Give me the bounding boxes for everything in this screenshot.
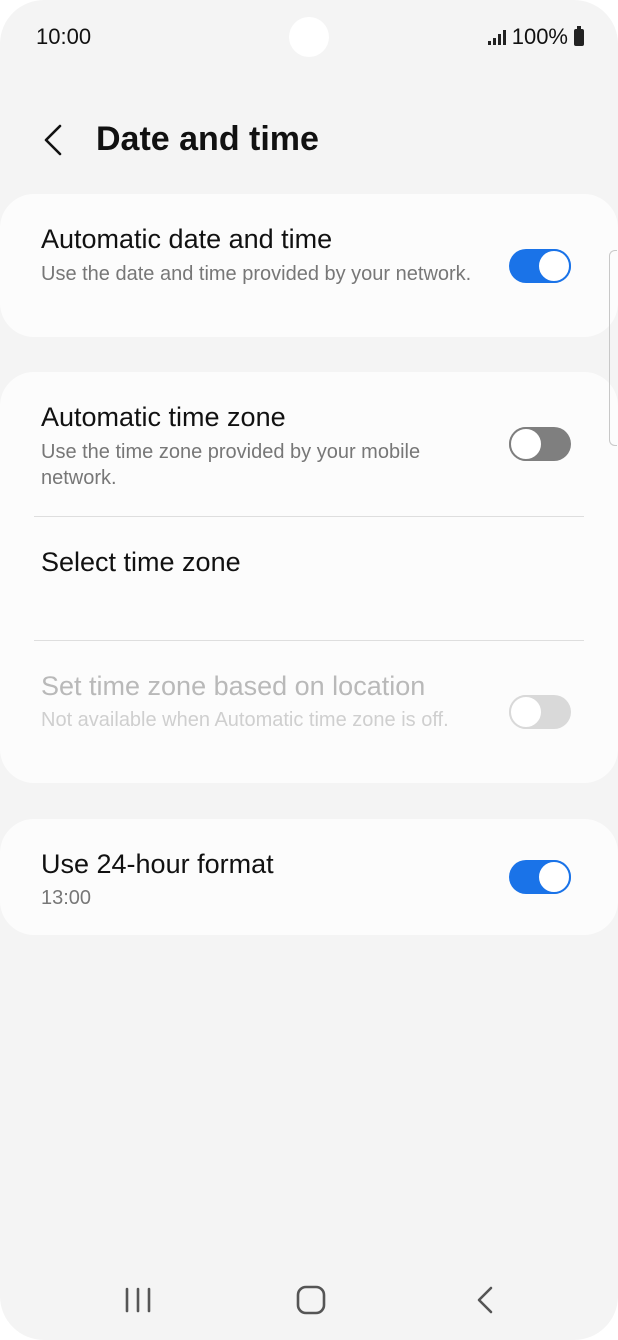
automatic-time-zone-toggle[interactable] bbox=[509, 427, 571, 461]
battery-percent: 100% bbox=[511, 24, 568, 49]
phone-screen: 10:00 100% Date and time Automatic date … bbox=[0, 0, 618, 1340]
setting-title: Automatic date and time bbox=[41, 224, 333, 254]
status-time: 10:00 bbox=[36, 24, 92, 49]
use-24-hour-toggle[interactable] bbox=[509, 860, 571, 894]
setting-title: Set time zone based on location bbox=[41, 671, 426, 701]
setting-subtitle: Not available when Automatic time zone i… bbox=[41, 709, 449, 731]
setting-title: Select time zone bbox=[41, 547, 241, 577]
app-header: Date and time bbox=[0, 100, 618, 180]
home-button[interactable] bbox=[289, 1280, 333, 1320]
status-bar: 10:00 100% bbox=[0, 0, 618, 72]
status-icons: 100% bbox=[487, 24, 584, 50]
signal-icon bbox=[487, 29, 506, 45]
chevron-left-icon bbox=[44, 124, 62, 156]
setting-select-time-zone[interactable]: Select time zone bbox=[0, 517, 618, 640]
setting-subtitle: Use the date and time provided by your n… bbox=[41, 263, 472, 285]
automatic-date-time-toggle[interactable] bbox=[509, 249, 571, 283]
setting-title: Use 24-hour format bbox=[41, 849, 274, 879]
card-time-zone: Automatic time zone Use the time zone pr… bbox=[0, 372, 618, 783]
back-icon bbox=[477, 1286, 493, 1314]
battery-icon bbox=[574, 25, 584, 46]
setting-use-24-hour[interactable]: Use 24-hour format 13:00 bbox=[0, 819, 618, 935]
setting-automatic-date-time[interactable]: Automatic date and time Use the date and… bbox=[0, 194, 618, 337]
card-automatic-date-time: Automatic date and time Use the date and… bbox=[0, 194, 618, 337]
card-24-hour-format: Use 24-hour format 13:00 bbox=[0, 819, 618, 935]
recents-icon bbox=[125, 1287, 151, 1313]
setting-time-zone-location: Set time zone based on location Not avai… bbox=[0, 641, 618, 783]
scrollbar[interactable] bbox=[609, 250, 617, 446]
setting-subtitle: Use the time zone provided by your mobil… bbox=[41, 441, 421, 489]
back-button[interactable] bbox=[34, 118, 74, 162]
navigation-bar bbox=[0, 1260, 618, 1340]
nav-back-button[interactable] bbox=[464, 1280, 504, 1320]
setting-title: Automatic time zone bbox=[41, 402, 286, 432]
page-title: Date and time bbox=[96, 120, 319, 158]
front-camera bbox=[289, 17, 329, 57]
home-icon bbox=[296, 1285, 326, 1315]
setting-automatic-time-zone[interactable]: Automatic time zone Use the time zone pr… bbox=[0, 372, 618, 516]
recents-button[interactable] bbox=[118, 1280, 158, 1320]
time-zone-location-toggle bbox=[509, 695, 571, 729]
setting-subtitle: 13:00 bbox=[41, 887, 92, 909]
